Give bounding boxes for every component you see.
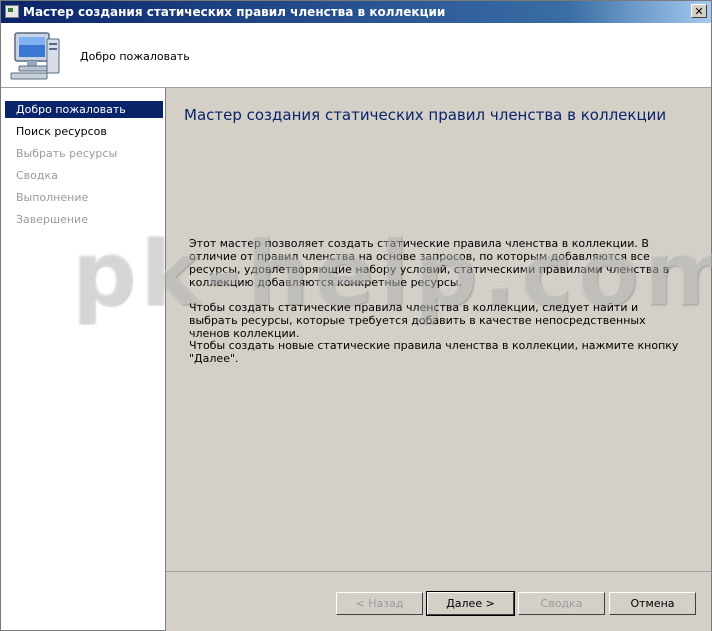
close-button[interactable]: ✕ [691, 4, 707, 18]
next-hint-paragraph: Чтобы создать новые статические правила … [189, 339, 679, 365]
step-select-resources: Выбрать ресурсы [16, 147, 118, 160]
back-button: < Назад [336, 592, 423, 615]
wizard-content: Мастер создания статических правил членс… [166, 88, 711, 570]
next-button[interactable]: Далее > [426, 591, 515, 616]
page-title: Мастер создания статических правил членс… [184, 106, 667, 124]
intro-paragraph: Этот мастер позволяет создать статически… [189, 237, 670, 289]
wizard-steps-sidebar: Добро пожаловать Поиск ресурсов Выбрать … [1, 88, 166, 630]
instruction-paragraph: Чтобы создать статические правила членст… [189, 301, 646, 340]
wizard-header: Добро пожаловать [1, 23, 711, 88]
step-welcome[interactable]: Добро пожаловать [5, 101, 163, 118]
step-progress: Выполнение [16, 191, 89, 204]
header-step-label: Добро пожаловать [80, 50, 190, 63]
title-bar[interactable]: Мастер создания статических правил членс… [1, 1, 711, 23]
window-title: Мастер создания статических правил членс… [23, 5, 446, 19]
computer-icon [10, 32, 60, 80]
step-summary: Сводка [16, 169, 58, 182]
wizard-window: Мастер создания статических правил членс… [0, 0, 712, 631]
summary-button: Сводка [518, 592, 605, 615]
app-icon [5, 5, 19, 18]
close-icon: ✕ [694, 5, 704, 18]
step-find-resources[interactable]: Поиск ресурсов [5, 123, 163, 140]
cancel-button[interactable]: Отмена [609, 592, 696, 615]
wizard-footer: < Назад Далее > Сводка Отмена [166, 571, 711, 631]
step-completion: Завершение [16, 213, 88, 226]
